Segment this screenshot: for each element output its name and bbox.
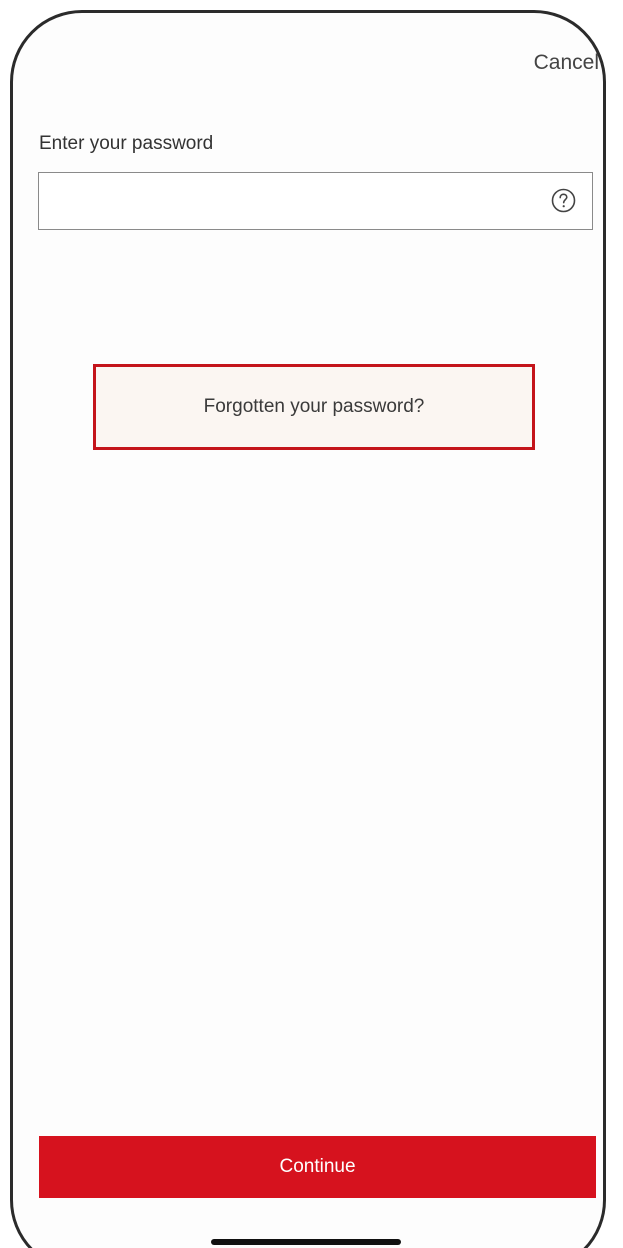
forgot-password-label: Forgotten your password? [203, 396, 425, 417]
password-label: Enter your password [39, 133, 214, 154]
home-indicator[interactable] [211, 1239, 401, 1245]
password-field[interactable] [38, 172, 593, 230]
phone-screen: Cancel Enter your password Forgotten you… [10, 10, 606, 1248]
question-circle-icon[interactable] [551, 188, 576, 213]
continue-button[interactable]: Continue [39, 1136, 596, 1198]
password-input[interactable] [39, 173, 539, 229]
cancel-button[interactable]: Cancel [534, 51, 599, 75]
forgot-password-button[interactable]: Forgotten your password? [93, 364, 535, 450]
continue-label: Continue [279, 1156, 356, 1177]
